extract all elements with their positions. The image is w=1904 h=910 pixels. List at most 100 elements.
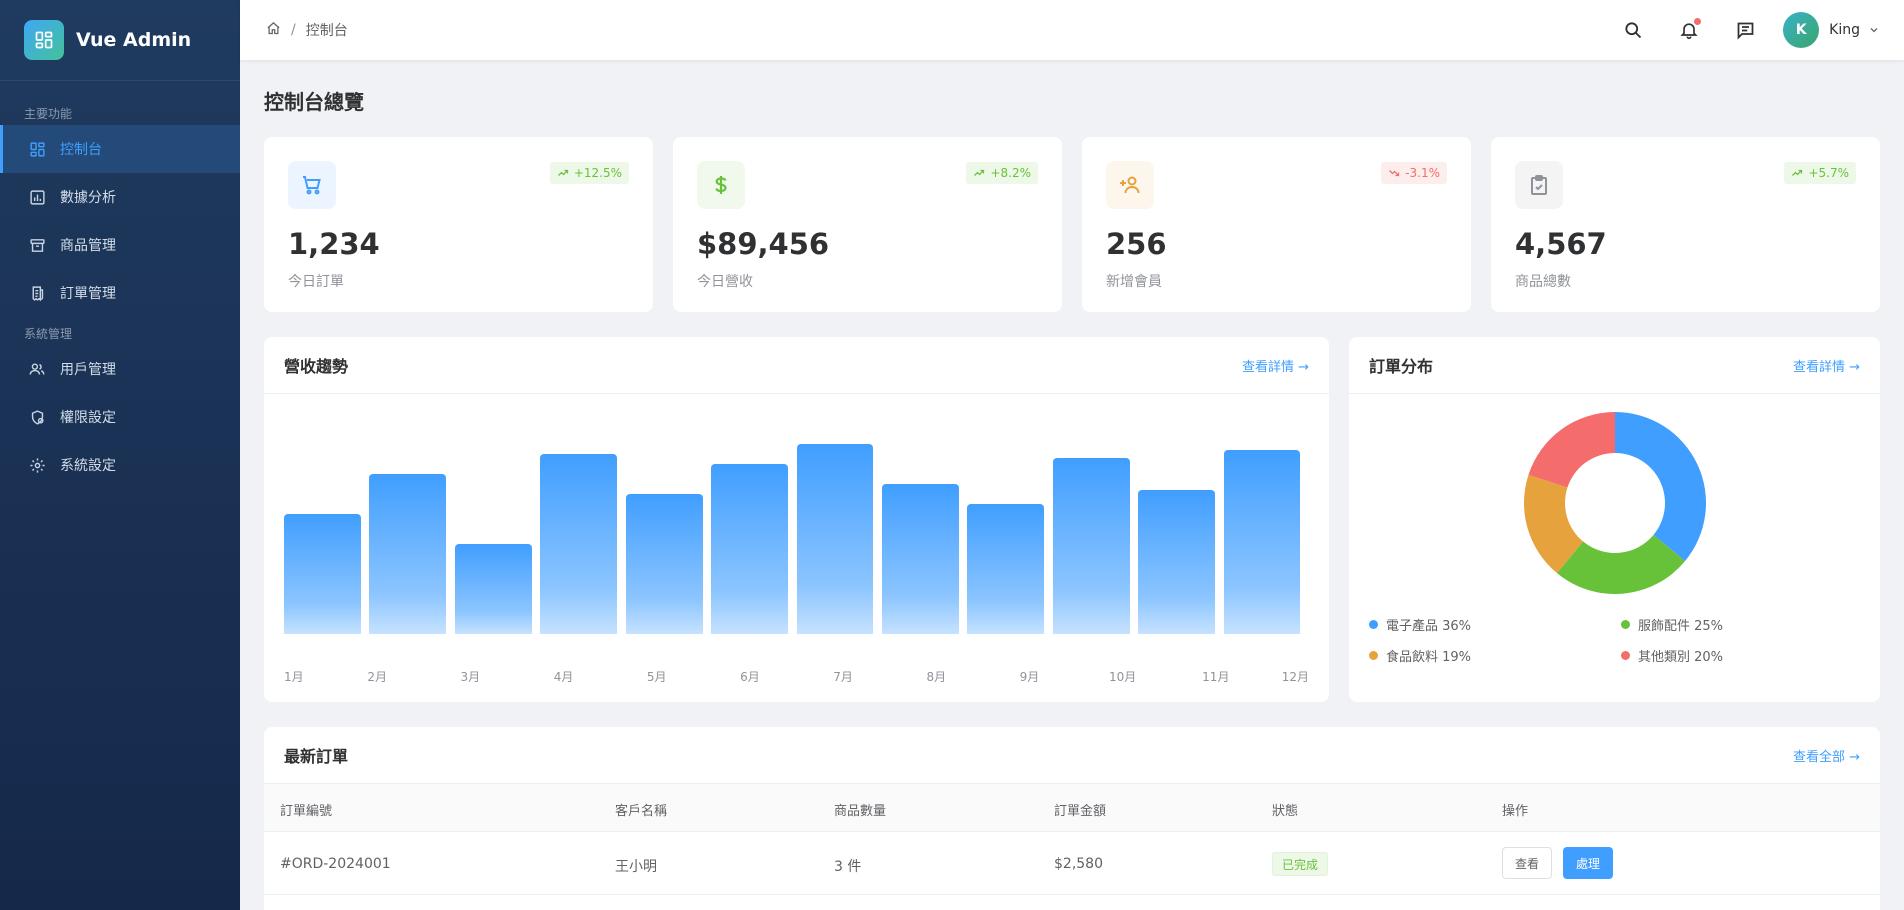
trend-badge: +8.2%	[966, 162, 1038, 184]
gear-icon	[28, 456, 46, 474]
sidebar: Vue Admin 主要功能 控制台 數據分析 商品管理 訂單管理 系統管理 用…	[0, 0, 240, 910]
item-quantity: 3 件	[834, 859, 862, 875]
column-header: 客戶名稱	[615, 804, 668, 819]
trend-value: +8.2%	[990, 166, 1031, 180]
table-row: #ORD-2024001 王小明 3 件 $2,580 已完成 查看 處理	[264, 832, 1880, 895]
table-header: 訂單編號 客戶名稱 商品數量 訂單金額 狀態 操作	[264, 784, 1880, 832]
legend-dot	[1369, 620, 1378, 629]
home-icon[interactable]	[266, 21, 281, 40]
revenue-bar	[454, 544, 532, 634]
revenue-bar	[967, 504, 1045, 634]
brand[interactable]: Vue Admin	[0, 0, 240, 81]
legend-label: 服飾配件 25%	[1638, 619, 1724, 634]
revenue-bar	[540, 454, 618, 634]
dollar-icon	[697, 161, 745, 209]
column-header: 訂單編號	[280, 804, 333, 819]
revenue-bar	[1052, 458, 1130, 634]
sidebar-item-permissions[interactable]: 權限設定	[0, 393, 240, 441]
revenue-bar	[711, 464, 788, 634]
stat-label: 商品總數	[1515, 274, 1571, 290]
panel-title: 營收趨勢	[284, 357, 349, 376]
x-tick-label: 5月	[646, 670, 667, 684]
sidebar-item-dashboard[interactable]: 控制台	[0, 125, 240, 173]
revenue-bar	[625, 494, 703, 634]
header-actions: K King	[1589, 0, 1880, 60]
legend-dot	[1621, 651, 1630, 660]
view-all-link[interactable]: 查看全部 →	[1793, 746, 1860, 765]
view-details-link[interactable]: 查看詳情 →	[1242, 356, 1309, 375]
stat-label: 今日營收	[697, 274, 753, 290]
trend-value: +5.7%	[1808, 166, 1849, 180]
sidebar-item-label: 數據分析	[60, 190, 116, 206]
legend-item: 其他類別 20%	[1621, 646, 1723, 665]
revenue-bar	[796, 444, 874, 634]
x-tick-label: 4月	[553, 670, 574, 684]
sidebar-item-orders[interactable]: 訂單管理	[0, 269, 240, 317]
legend-item: 服飾配件 25%	[1621, 615, 1723, 634]
trending-up-icon	[557, 169, 568, 176]
order-amount: $2,580	[1054, 856, 1103, 872]
trend-badge: +12.5%	[549, 162, 629, 184]
donut-slice	[1615, 412, 1706, 562]
panel-title: 訂單分布	[1369, 357, 1434, 376]
avatar[interactable]: K	[1783, 12, 1820, 48]
x-tick-label: 1月	[284, 670, 304, 684]
view-details-link[interactable]: 查看詳情 →	[1793, 356, 1860, 375]
sidebar-item-settings[interactable]: 系統設定	[0, 441, 240, 489]
x-tick-label: 6月	[740, 670, 760, 684]
column-header: 操作	[1502, 804, 1529, 819]
nav-section-system: 系統管理	[24, 326, 73, 341]
cart-icon	[288, 161, 336, 209]
x-tick-label: 7月	[833, 670, 853, 684]
column-header: 商品數量	[834, 804, 887, 819]
sidebar-item-products[interactable]: 商品管理	[0, 221, 240, 269]
brand-title: Vue Admin	[76, 29, 192, 51]
revenue-bar	[1138, 490, 1216, 634]
trending-up-icon	[974, 169, 985, 176]
process-button[interactable]: 處理	[1563, 847, 1613, 879]
top-header: / 控制台 K King	[240, 0, 1904, 60]
orders-panel: 最新訂單 查看全部 → 訂單編號 客戶名稱 商品數量 訂單金額 狀態 操作 #O…	[264, 727, 1880, 910]
chart-icon	[28, 188, 46, 206]
search-icon[interactable]	[1621, 18, 1645, 42]
trend-badge: -3.1%	[1381, 162, 1447, 184]
stat-card-orders: +12.5% 1,234 今日訂單	[264, 137, 653, 312]
stat-value: $89,456	[697, 227, 830, 261]
stat-card-products: +5.7% 4,567 商品總數	[1491, 137, 1880, 312]
x-tick-label: 3月	[460, 670, 481, 684]
sidebar-item-label: 系統設定	[60, 458, 116, 474]
bell-icon[interactable]	[1677, 18, 1702, 42]
sidebar-item-label: 權限設定	[60, 410, 116, 426]
revenue-bar	[284, 514, 361, 634]
x-tick-label: 8月	[926, 670, 947, 684]
page-title: 控制台總覽	[264, 90, 364, 114]
receipt-icon	[28, 284, 46, 302]
sidebar-item-label: 控制台	[60, 142, 102, 158]
x-tick-label: 12月	[1281, 670, 1309, 684]
shield-lock-icon	[28, 408, 46, 426]
trend-value: -3.1%	[1405, 166, 1440, 180]
sidebar-item-label: 用戶管理	[60, 362, 116, 378]
clipboard-check-icon	[1515, 161, 1563, 209]
legend-item: 食品飲料 19%	[1369, 646, 1471, 665]
user-name[interactable]: King	[1829, 22, 1860, 38]
logo-icon	[24, 20, 64, 60]
sidebar-item-users[interactable]: 用戶管理	[0, 345, 240, 393]
legend-label: 其他類別 20%	[1638, 650, 1724, 665]
chevron-down-icon[interactable]	[1868, 21, 1880, 40]
box-icon	[28, 236, 46, 254]
breadcrumb-separator: /	[291, 22, 296, 38]
x-tick-label: 10月	[1108, 670, 1137, 684]
trend-value: +12.5%	[573, 166, 622, 180]
notification-dot	[1694, 18, 1702, 25]
trending-down-icon	[1389, 170, 1400, 177]
sidebar-item-analytics[interactable]: 數據分析	[0, 173, 240, 221]
view-button[interactable]: 查看	[1502, 847, 1552, 879]
stat-value: 4,567	[1515, 227, 1607, 261]
stat-value: 1,234	[288, 227, 380, 261]
x-tick-label: 9月	[1019, 670, 1040, 684]
panel-title: 最新訂單	[284, 747, 349, 766]
status-badge: 已完成	[1272, 852, 1329, 876]
message-icon[interactable]	[1733, 18, 1757, 42]
legend-item: 電子產品 36%	[1369, 615, 1471, 634]
